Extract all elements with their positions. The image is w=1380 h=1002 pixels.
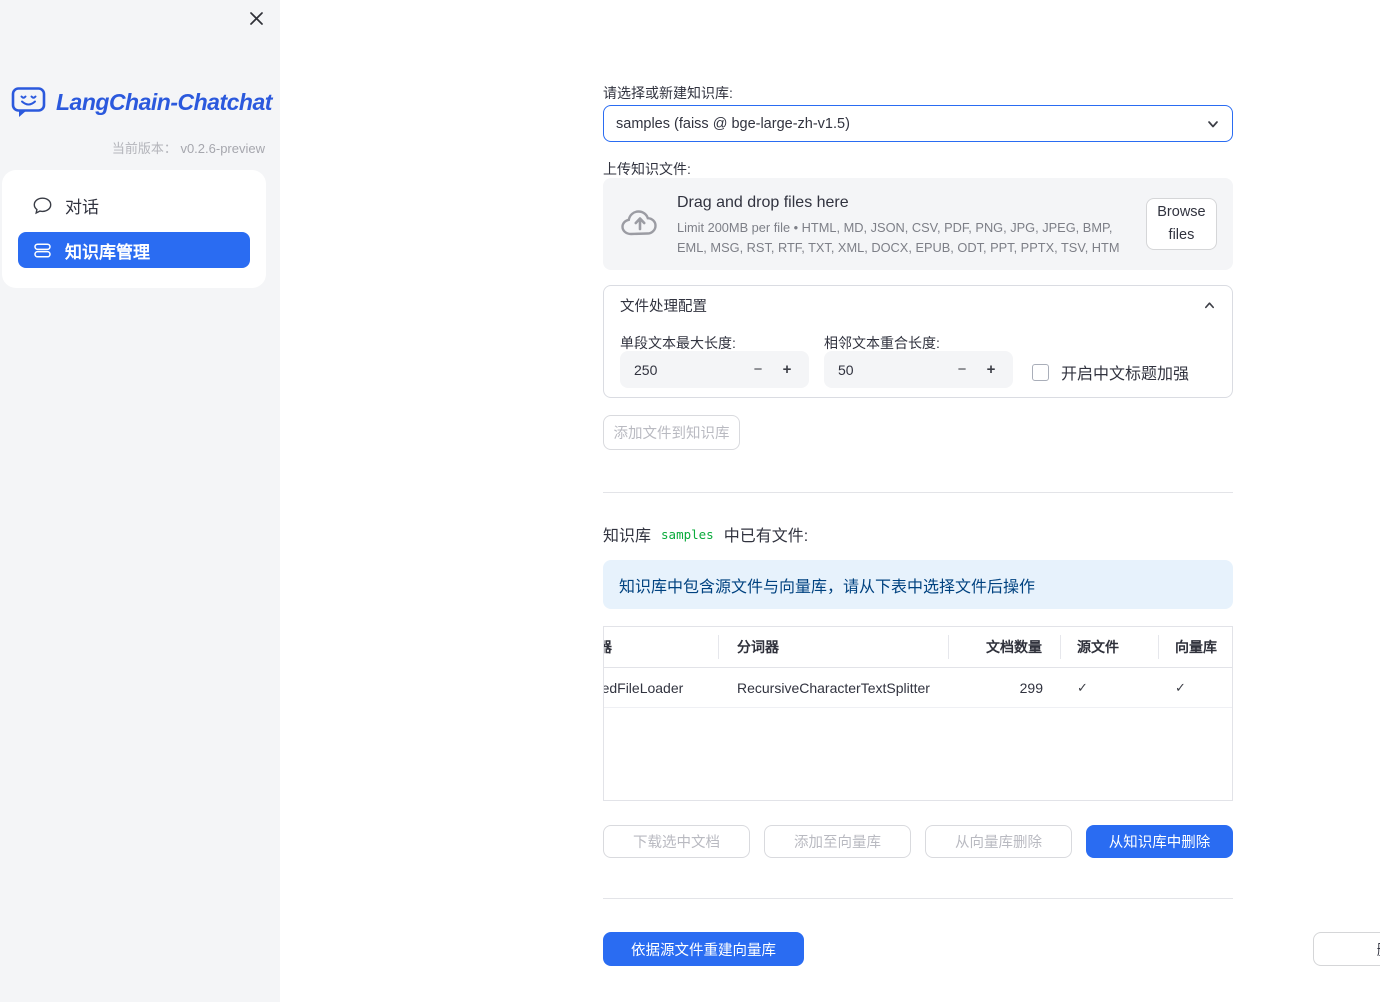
column-header-doc-count: 文档数量 [949, 635, 1061, 659]
dropzone-title: Drag and drop files here [677, 194, 849, 212]
delete-from-kb-button[interactable]: 从知识库中删除 [1086, 825, 1233, 858]
chunk-size-label: 单段文本最大长度: [620, 335, 736, 351]
file-config-expander: 文件处理配置 单段文本最大长度: 相邻文本重合长度: 250 − + 50 − … [603, 285, 1233, 398]
kb-files-table: 文档加载器 分词器 文档数量 源文件 向量库 UnstructuredFileL… [603, 626, 1233, 801]
expander-title: 文件处理配置 [620, 298, 707, 315]
expander-header[interactable]: 文件处理配置 [604, 286, 1232, 324]
version-line: 当前版本： v0.2.6-preview [112, 138, 265, 157]
kb-select-dropdown[interactable]: samples (faiss @ bge-large-zh-v1.5) [603, 105, 1233, 142]
cell-vector-check: ✓ [1175, 679, 1186, 695]
add-files-to-kb-button[interactable]: 添加文件到知识库 [603, 415, 740, 450]
chat-bubble-icon [33, 196, 52, 215]
sidebar-menu: 对话 知识库管理 [2, 170, 266, 288]
brand-title: LangChain-Chatchat [56, 89, 272, 115]
info-banner-text: 知识库中包含源文件与向量库，请从下表中选择文件后操作 [619, 578, 1036, 596]
kb-files-heading: 知识库 samples 中已有文件: [603, 522, 1233, 546]
column-header-loader: 文档加载器 [604, 635, 719, 659]
file-dropzone[interactable]: Drag and drop files here Limit 200MB per… [603, 178, 1233, 270]
rebuild-vectorstore-button[interactable]: 依据源文件重建向量库 [603, 932, 804, 966]
zh-title-enhance-checkbox[interactable]: 开启中文标题加强 [1032, 360, 1189, 384]
version-label: 当前版本： [111, 141, 177, 156]
cell-doc-count: 299 [1019, 679, 1043, 696]
brand-logo: LangChain-Chatchat [11, 86, 272, 119]
close-sidebar-icon[interactable] [246, 8, 266, 28]
column-header-source-file: 源文件 [1061, 635, 1159, 659]
chevron-down-icon [1206, 117, 1220, 131]
column-header-splitter: 分词器 [719, 635, 949, 659]
overlap-label: 相邻文本重合长度: [824, 335, 940, 351]
kb-files-prefix: 知识库 [603, 528, 652, 545]
increment-button[interactable]: + [983, 361, 999, 378]
cloud-upload-icon [619, 207, 661, 241]
chevron-up-icon [1203, 299, 1216, 312]
add-to-vectorstore-button[interactable]: 添加至向量库 [764, 825, 911, 858]
increment-button[interactable]: + [779, 361, 795, 378]
sidebar-item-label: 对话 [65, 197, 99, 217]
browse-files-button[interactable]: Browse files [1145, 198, 1217, 250]
kb-select-value: samples (faiss @ bge-large-zh-v1.5) [616, 115, 850, 132]
kb-files-suffix: 中已有文件: [723, 528, 809, 545]
cell-loader: UnstructuredFileLoader [604, 679, 684, 696]
delete-from-vectorstore-button[interactable]: 从向量库删除 [925, 825, 1072, 858]
delete-kb-button[interactable]: 删除知识库 [1313, 932, 1380, 966]
sidebar-item-kb-management[interactable]: 知识库管理 [18, 232, 250, 268]
kb-select-label: 请选择或新建知识库: [603, 85, 733, 101]
upload-label: 上传知识文件: [603, 161, 691, 177]
cell-source-check: ✓ [1077, 679, 1088, 695]
table-row[interactable]: UnstructuredFileLoader RecursiveCharacte… [604, 668, 1232, 708]
divider [603, 492, 1233, 493]
overlap-input[interactable]: 50 − + [824, 351, 1013, 388]
cell-splitter: RecursiveCharacterTextSplitter [737, 679, 930, 696]
sidebar-item-dialogue[interactable]: 对话 [18, 187, 250, 223]
info-banner: 知识库中包含源文件与向量库，请从下表中选择文件后操作 [603, 560, 1233, 609]
version-value: v0.2.6-preview [180, 141, 265, 156]
sidebar: LangChain-Chatchat 当前版本： v0.2.6-preview … [0, 0, 280, 1002]
divider [603, 898, 1233, 899]
decrement-button[interactable]: − [954, 361, 970, 378]
chunk-size-value: 250 [634, 361, 658, 378]
dropzone-text: Drag and drop files here Limit 200MB per… [677, 191, 1130, 256]
checkbox-label: 开启中文标题加强 [1061, 366, 1190, 383]
sidebar-item-label: 知识库管理 [65, 242, 150, 262]
decrement-button[interactable]: − [750, 361, 766, 378]
download-selected-button[interactable]: 下载选中文档 [603, 825, 750, 858]
column-header-vector-store: 向量库 [1175, 639, 1217, 655]
overlap-value: 50 [838, 361, 854, 378]
table-header-row: 文档加载器 分词器 文档数量 源文件 向量库 [604, 627, 1232, 668]
dropzone-hint: Limit 200MB per file • HTML, MD, JSON, C… [677, 220, 1120, 255]
checkbox-box-icon[interactable] [1032, 363, 1049, 381]
chunk-size-input[interactable]: 250 − + [620, 351, 809, 388]
stack-icon [33, 241, 52, 260]
chatchat-logo-icon [11, 86, 47, 119]
kb-name-code: samples [661, 526, 714, 542]
row-actions: 下载选中文档 添加至向量库 从向量库删除 从知识库中删除 [603, 825, 1233, 858]
main-content: 请选择或新建知识库: samples (faiss @ bge-large-zh… [280, 0, 1380, 1002]
